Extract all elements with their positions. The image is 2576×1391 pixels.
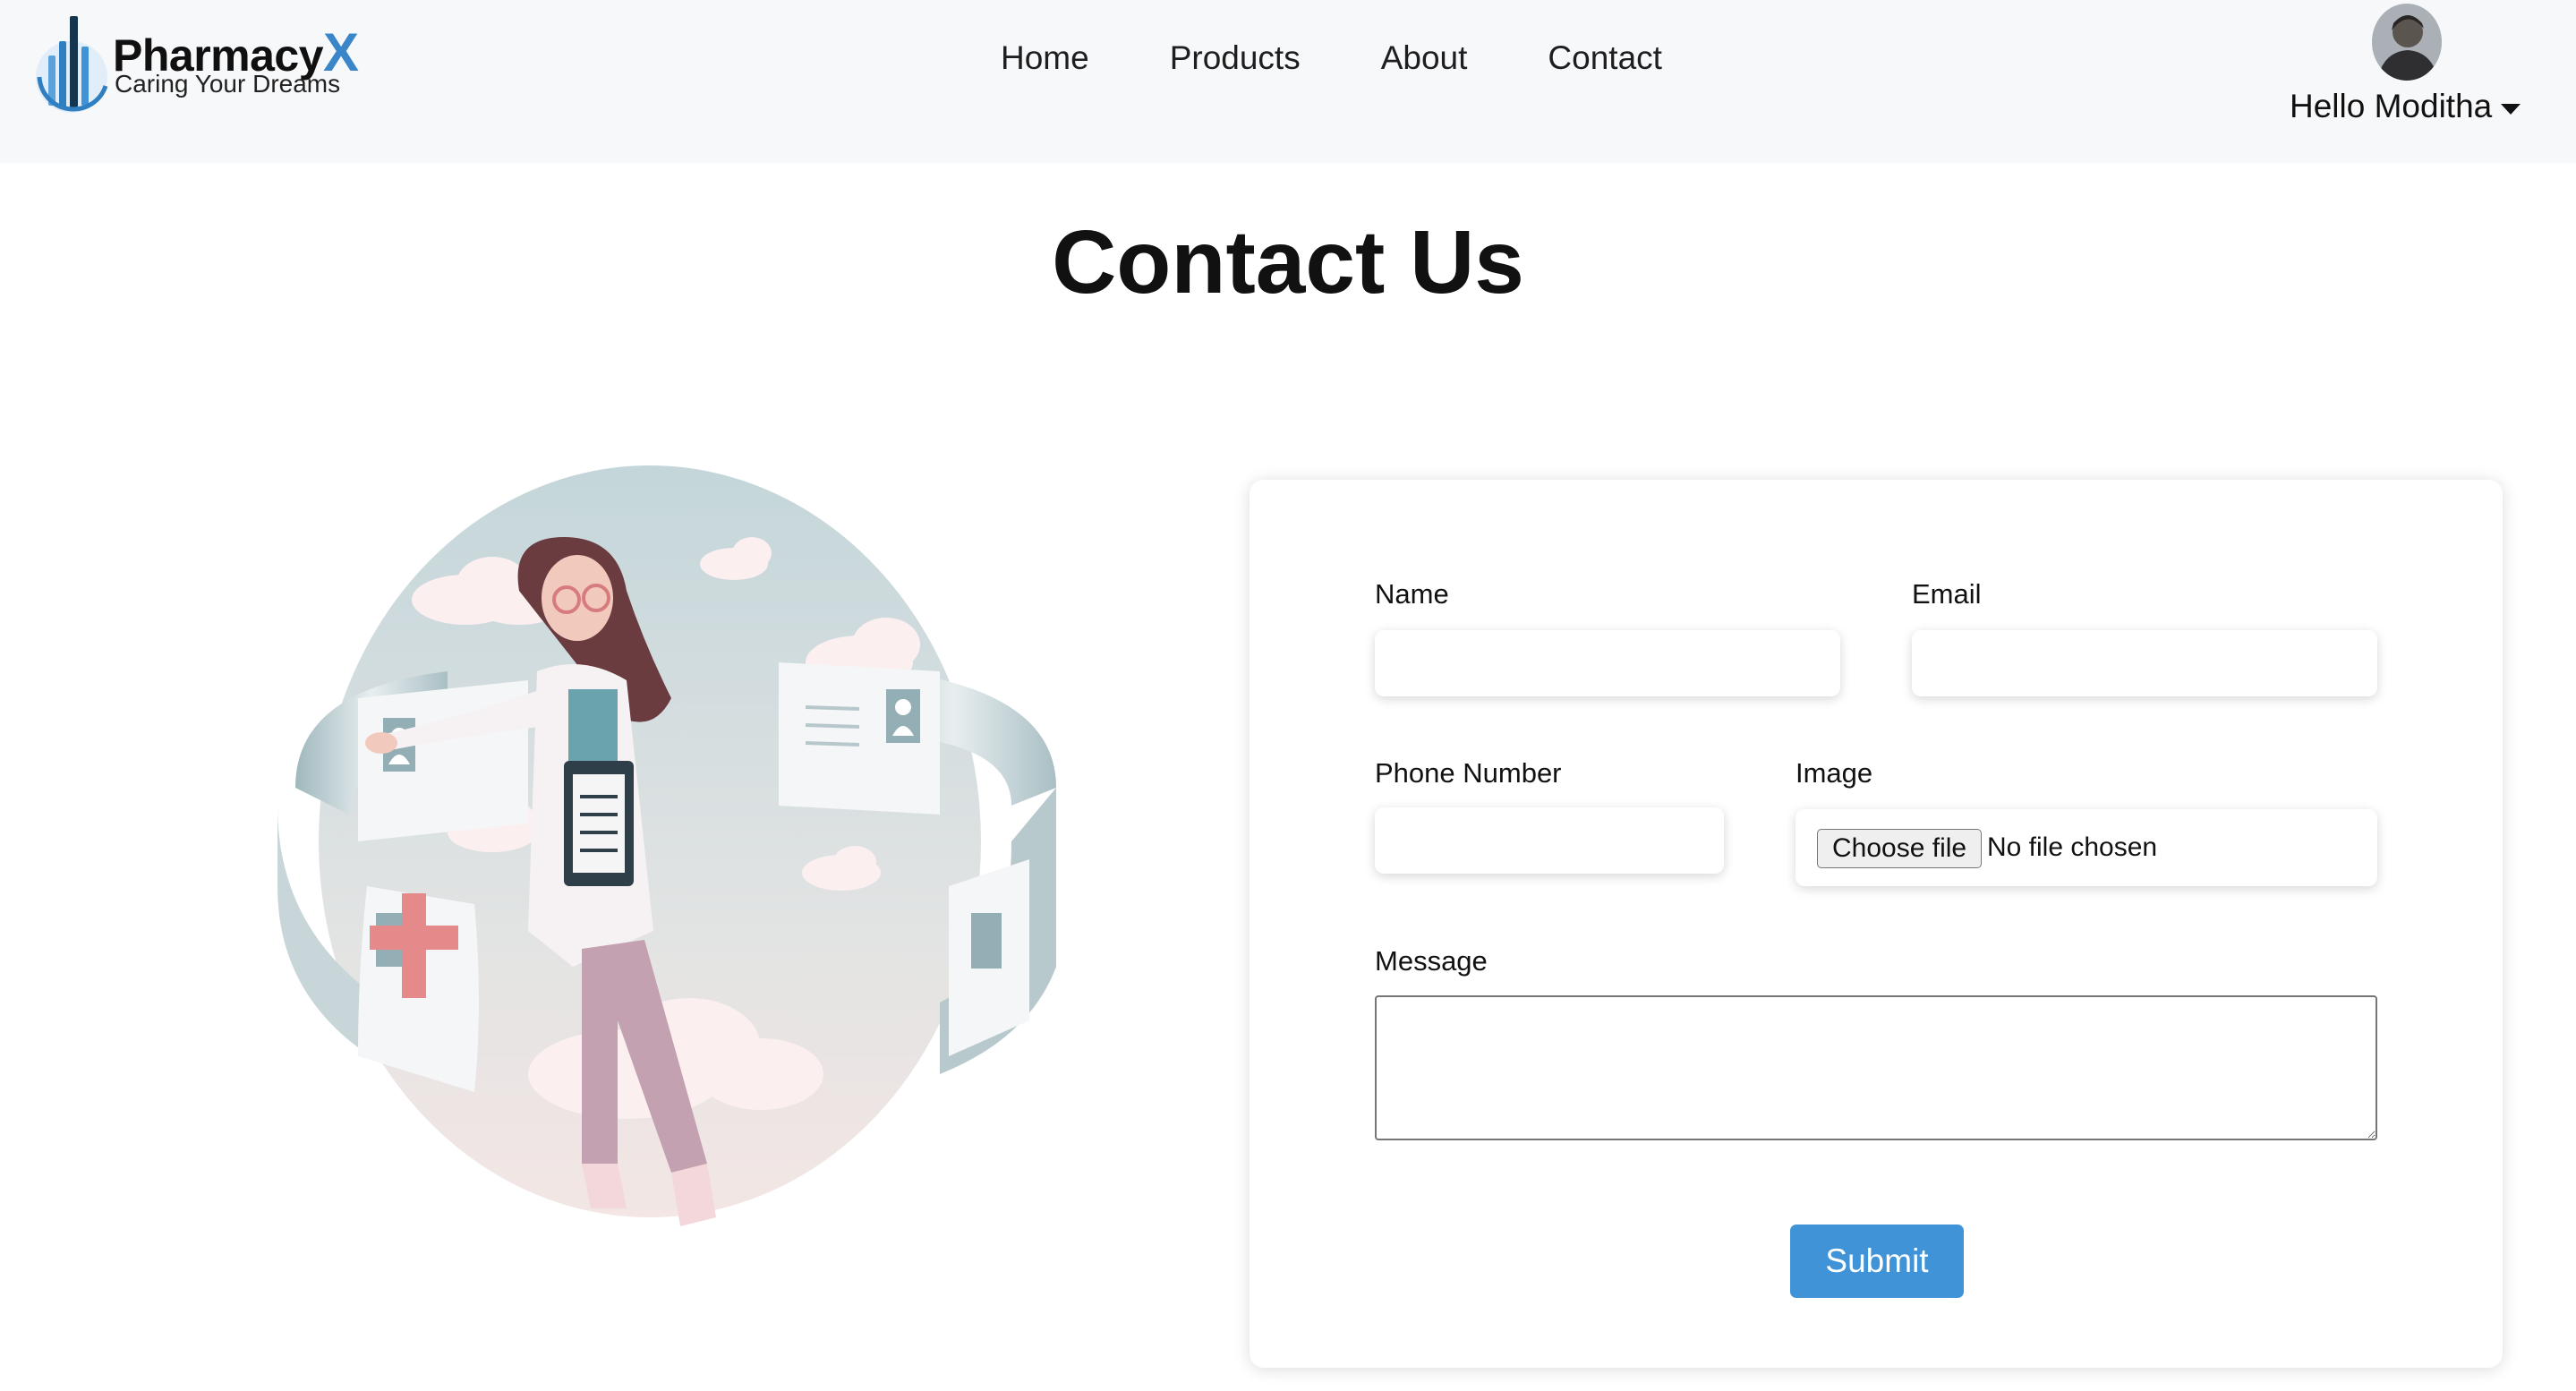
email-field[interactable] xyxy=(1912,630,2377,696)
page-title: Contact Us xyxy=(1052,212,1524,312)
user-greeting[interactable]: Hello Moditha xyxy=(2290,88,2492,125)
name-label: Name xyxy=(1375,578,1449,610)
file-status: No file chosen xyxy=(1987,832,2158,862)
image-file-input[interactable]: Choose file No file chosen xyxy=(1796,809,2377,886)
name-field[interactable] xyxy=(1375,630,1840,696)
nav-about[interactable]: About xyxy=(1381,39,1468,77)
doctor-illustration xyxy=(224,465,1074,1271)
avatar[interactable] xyxy=(2372,4,2442,81)
message-label: Message xyxy=(1375,945,1488,977)
image-label: Image xyxy=(1796,757,1873,789)
nav-products[interactable]: Products xyxy=(1170,39,1301,77)
phone-field[interactable] xyxy=(1375,807,1724,874)
phone-label: Phone Number xyxy=(1375,757,1562,789)
submit-button[interactable]: Submit xyxy=(1790,1225,1964,1298)
user-menu[interactable]: Hello Moditha xyxy=(2290,0,2522,152)
email-label: Email xyxy=(1912,578,1982,610)
nav-home[interactable]: Home xyxy=(1001,39,1089,77)
nav-contact[interactable]: Contact xyxy=(1548,39,1662,77)
caret-down-icon[interactable] xyxy=(2501,104,2521,115)
pharmacy-logo-icon xyxy=(36,16,108,113)
site-header: PharmacyX Caring Your Dreams Home Produc… xyxy=(0,0,2576,163)
message-field[interactable] xyxy=(1375,995,2377,1140)
contact-form: Name Email Phone Number Image Choose fil… xyxy=(1250,480,2503,1368)
brand-tagline: Caring Your Dreams xyxy=(115,70,341,98)
main-nav: Home Products About Contact xyxy=(1001,39,1743,77)
brand-logo[interactable]: PharmacyX Caring Your Dreams xyxy=(32,14,372,113)
choose-file-button[interactable]: Choose file xyxy=(1817,829,1983,868)
